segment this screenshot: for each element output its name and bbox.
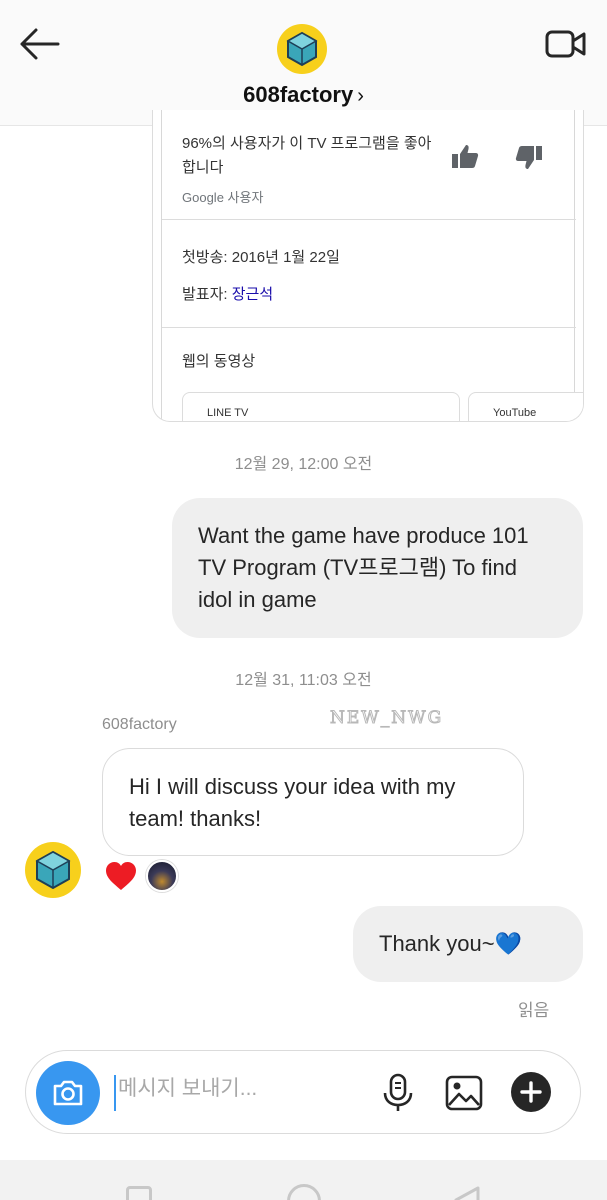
video-source-card[interactable]: LINE TV (182, 392, 460, 421)
presenter-link[interactable]: 장근석 (232, 286, 273, 303)
watermark: NEW_NWG (329, 708, 444, 729)
read-receipt: 읽음 (518, 1001, 550, 1020)
reactor-avatar[interactable] (146, 860, 178, 892)
shared-search-card[interactable]: 96%의 사용자가 이 TV 프로그램을 좋아합니다 Google 사용자 첫방… (152, 110, 584, 422)
premiere-line: 첫방송: 2016년 1월 22일 (182, 246, 340, 267)
card-inner: 96%의 사용자가 이 TV 프로그램을 좋아합니다 Google 사용자 첫방… (161, 110, 583, 421)
microphone-icon[interactable] (380, 1073, 416, 1113)
video-source-label: LINE TV (207, 407, 249, 419)
system-nav-bar (0, 1160, 607, 1200)
image-icon[interactable] (444, 1073, 484, 1113)
premiere-value: 2016년 1월 22일 (231, 249, 340, 266)
message-timestamp: 12월 31, 11:03 오전 (235, 672, 372, 689)
plus-icon[interactable] (510, 1071, 552, 1113)
sender-avatar[interactable] (25, 842, 81, 898)
avatar[interactable] (277, 24, 327, 74)
message-timestamp: 12월 29, 12:00 오전 (234, 456, 373, 473)
presenter-line: 발표자: 장근석 (182, 283, 273, 304)
incoming-message[interactable]: Hi I will discuss your idea with my team… (102, 748, 524, 856)
arrow-left-icon[interactable] (18, 26, 62, 62)
audience-rating-row: 96%의 사용자가 이 TV 프로그램을 좋아합니다 Google 사용자 (162, 110, 576, 220)
outgoing-message[interactable]: Want the game have produce 101 TV Progra… (172, 498, 583, 638)
home-icon[interactable] (287, 1184, 321, 1200)
text-caret (114, 1075, 116, 1111)
message-composer (25, 1050, 581, 1134)
presenter-label: 발표자: (182, 286, 232, 303)
chevron-right-icon: › (357, 85, 364, 107)
premiere-label: 첫방송: (182, 249, 232, 266)
recent-apps-icon[interactable] (126, 1186, 152, 1200)
thumbs-down-icon[interactable] (514, 142, 544, 172)
video-call-icon[interactable] (544, 26, 588, 62)
heart-icon[interactable] (104, 860, 138, 892)
chat-header: 608factory › (0, 0, 607, 126)
rating-source: Google 사용자 (182, 190, 264, 205)
thumbs-up-icon[interactable] (450, 142, 480, 172)
video-source-card[interactable]: YouTube (468, 392, 583, 421)
back-triangle-icon[interactable] (452, 1184, 482, 1200)
message-input[interactable] (118, 1077, 378, 1101)
sender-name: 608factory (102, 716, 177, 733)
web-videos-row: 웹의 동영상 LINE TV YouTube (162, 328, 583, 421)
camera-icon (53, 1080, 83, 1106)
video-source-label: YouTube (493, 407, 537, 419)
audience-rating-text: 96%의 사용자가 이 TV 프로그램을 좋아합니다 (182, 135, 432, 176)
program-info-row: 첫방송: 2016년 1월 22일 발표자: 장근석 (162, 220, 576, 328)
camera-button[interactable] (36, 1061, 100, 1125)
web-videos-title: 웹의 동영상 (182, 353, 256, 370)
conversation-title[interactable]: 608factory › (0, 82, 607, 108)
conversation-title-text: 608factory (243, 82, 354, 107)
outgoing-message[interactable]: Thank you~💙 (353, 906, 583, 982)
